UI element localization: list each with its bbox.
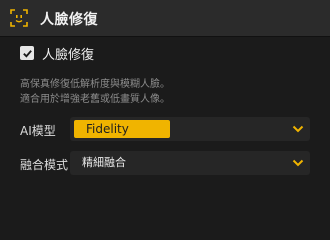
ai-model-label: AI模型 (20, 124, 56, 138)
ai-model-selected-value: Fidelity (74, 120, 170, 138)
enable-checkbox[interactable] (20, 46, 34, 60)
face-scan-icon (10, 9, 28, 27)
description-line-2: 適合用於增強老舊或低畫質人像。 (20, 94, 170, 105)
ai-model-select[interactable]: Fidelity (70, 117, 310, 141)
checkmark-icon (22, 49, 32, 58)
panel-header[interactable]: 人臉修復 (0, 0, 330, 36)
description-line-1: 高保真修復低解析度與模糊人臉。 (20, 79, 170, 90)
enable-label: 人臉修復 (42, 47, 95, 63)
blend-mode-selected-value: 精細融合 (82, 156, 126, 169)
panel-title: 人臉修復 (40, 12, 98, 28)
chevron-down-icon (292, 125, 304, 133)
feature-description: 高保真修復低解析度與模糊人臉。 適合用於增強老舊或低畫質人像。 (20, 77, 320, 107)
chevron-down-icon (292, 159, 304, 167)
blend-mode-select[interactable]: 精細融合 (70, 151, 310, 175)
face-restore-toggle[interactable]: 人臉修復 (20, 44, 95, 63)
header-divider (0, 36, 330, 37)
blend-mode-label: 融合模式 (20, 158, 69, 172)
